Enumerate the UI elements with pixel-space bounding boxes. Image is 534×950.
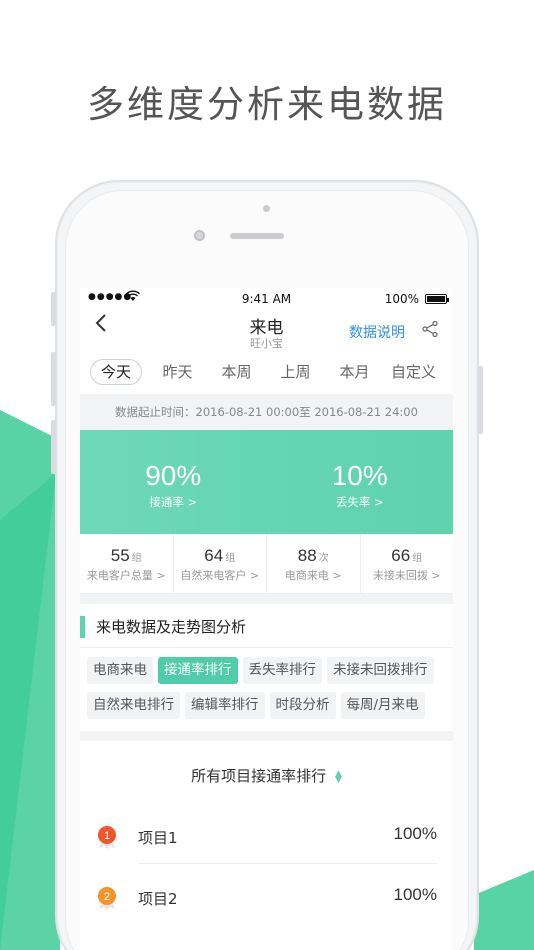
chip-natural-calls-ranking[interactable]: 自然来电排行 [87,692,180,719]
project-rate: 100% [393,885,437,904]
nav-bar: 来电 旺小宝 数据说明 [80,310,453,350]
data-explain-link[interactable]: 数据说明 [349,322,405,342]
tab-this-week[interactable]: 本周 [207,360,266,384]
rank-medal-icon: 1 [98,826,116,849]
ranking-header[interactable]: 所有项目接通率排行 ▲ ▼ [80,741,453,803]
tab-today[interactable]: 今天 [90,359,142,385]
sort-arrows-icon[interactable]: ▲ ▼ [335,769,342,784]
project-rate: 100% [393,824,437,843]
date-tabs: 今天 昨天 本周 上周 本月 自定义 [80,350,453,394]
rates-panel: 90% 接通率 > 10% 丢失率 > [80,430,453,534]
front-camera [194,230,205,241]
chip-missed-ranking[interactable]: 未接未回拨排行 [327,657,434,684]
ranking-row[interactable]: 2 项目2 100% [80,864,453,925]
phone-volume-up [51,352,56,406]
share-icon[interactable] [421,320,439,338]
chip-weekly-monthly-calls[interactable]: 每周/月来电 [340,692,425,719]
tab-last-week[interactable]: 上周 [266,360,325,384]
tab-yesterday[interactable]: 昨天 [148,360,207,384]
section-divider [80,594,453,604]
section-divider [80,731,453,741]
ranking-title: 所有项目接通率排行 [191,767,327,785]
count-value: 55 [110,546,130,565]
count-label: 电商来电 > [284,569,342,582]
count-missed-unreturned[interactable]: 66 组 未接未回拨 > [361,534,454,593]
phone-volume-down [51,420,56,474]
phone-mute-switch [51,292,56,326]
counts-row: 55 组 来电客户总量 > 64 组 自然来电客户 > 88 次 电商来电 > 66 组… [80,534,453,594]
chip-loss-rate-ranking[interactable]: 丢失率排行 [242,657,322,684]
connect-rate[interactable]: 90% 接通率 > [80,430,267,534]
date-range-text: 数据起止时间：2016-08-21 00:00至 2016-08-21 24:0… [80,394,453,430]
status-bar: ●●●●● 9:41 AM 100% [80,288,453,310]
project-name: 项目2 [138,890,178,908]
earpiece-speaker [230,233,284,239]
count-label: 来电客户总量 > [86,569,166,582]
proximity-sensor [263,205,270,212]
chip-time-analysis[interactable]: 时段分析 [269,692,336,719]
count-label: 未接未回拨 > [372,569,441,582]
chip-connect-rate-ranking[interactable]: 接通率排行 [158,657,238,684]
rank-medal-icon: 2 [98,887,116,910]
project-name: 项目1 [138,829,178,847]
count-unit: 次 [318,553,329,564]
count-natural-customers[interactable]: 64 组 自然来电客户 > [174,534,267,593]
chip-edit-rate-ranking[interactable]: 编辑率排行 [185,692,265,719]
count-unit: 组 [131,553,142,564]
battery-percent: 100% [384,292,419,306]
count-value: 66 [391,546,411,565]
section-accent-bar [80,616,85,638]
section-header: 来电数据及走势图分析 [80,604,453,648]
rank-number: 2 [104,891,110,903]
count-value: 88 [297,546,317,565]
section-title: 来电数据及走势图分析 [96,618,247,636]
count-label: 自然来电客户 > [180,569,260,582]
tab-custom[interactable]: 自定义 [384,360,443,384]
loss-rate-value: 10% [331,460,388,491]
ranking-row[interactable]: 1 项目1 100% [80,803,453,864]
count-unit: 组 [412,553,423,564]
count-value: 64 [204,546,224,565]
rank-number: 1 [104,830,110,842]
count-unit: 组 [225,553,236,564]
tab-this-month[interactable]: 本月 [325,360,384,384]
loss-rate-label: 丢失率 > [335,495,384,509]
connect-rate-value: 90% [145,460,202,491]
chip-ecommerce-calls[interactable]: 电商来电 [87,657,153,684]
phone-power-button [478,366,483,434]
battery-icon [425,294,449,304]
count-total-customers[interactable]: 55 组 来电客户总量 > [80,534,174,593]
connect-rate-label: 接通率 > [149,495,198,509]
count-ecommerce-calls[interactable]: 88 次 电商来电 > [267,534,361,593]
app-screen: ●●●●● 9:41 AM 100% 来电 旺小宝 数据说明 今天 昨天 本周 … [80,288,453,950]
analysis-chips: 电商来电 接通率排行 丢失率排行 未接未回拨排行 自然来电排行 编辑率排行 时段… [80,648,453,731]
headline: 多维度分析来电数据 [87,83,447,126]
loss-rate[interactable]: 10% 丢失率 > [267,430,454,534]
